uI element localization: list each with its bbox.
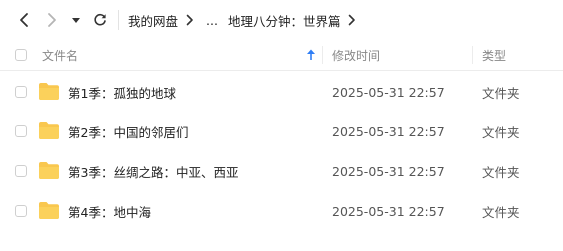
column-header-name[interactable]: 文件名: [42, 40, 78, 70]
nav-divider: [118, 10, 119, 30]
chevron-right-icon: [345, 14, 359, 26]
navigation-bar: 我的网盘 ... 地理八分钟：世界篇: [0, 0, 563, 40]
file-type: 文件夹: [482, 164, 520, 180]
file-name[interactable]: 第1季：孤独的地球: [68, 72, 176, 112]
select-all-checkbox[interactable]: [15, 49, 27, 61]
chevron-left-icon: [20, 13, 28, 27]
file-modified-date: 2025-05-31 22:57: [332, 84, 445, 100]
row-checkbox[interactable]: [15, 205, 27, 217]
breadcrumb: 我的网盘 ... 地理八分钟：世界篇: [128, 0, 364, 40]
column-divider[interactable]: [322, 46, 323, 64]
refresh-button[interactable]: [88, 8, 112, 32]
row-checkbox[interactable]: [15, 125, 27, 137]
folder-icon: [39, 202, 59, 219]
file-name[interactable]: 第3季：丝绸之路：中亚、西亚: [68, 151, 238, 191]
chevron-right-icon: [48, 13, 56, 27]
file-modified-date: 2025-05-31 22:57: [332, 123, 445, 139]
column-header-modified[interactable]: 修改时间: [332, 40, 380, 70]
caret-down-icon: [72, 18, 80, 23]
breadcrumb-ellipsis[interactable]: ...: [206, 13, 218, 28]
folder-icon: [39, 122, 59, 139]
history-dropdown-button[interactable]: [68, 8, 84, 32]
folder-icon: [39, 83, 59, 100]
back-button[interactable]: [12, 8, 36, 32]
file-row[interactable]: 第1季：孤独的地球 2025-05-31 22:57 文件夹: [0, 72, 563, 112]
file-browser: 我的网盘 ... 地理八分钟：世界篇 文件名 修改时间 类型 第1季：孤独的地球…: [0, 0, 563, 251]
file-name[interactable]: 第2季：中国的邻居们: [68, 111, 188, 151]
chevron-right-icon: [183, 14, 197, 26]
column-header-type[interactable]: 类型: [482, 40, 506, 70]
file-row[interactable]: 第4季：地中海 2025-05-31 22:57 文件夹: [0, 191, 563, 231]
breadcrumb-current-folder[interactable]: 地理八分钟：世界篇: [228, 11, 341, 30]
file-modified-date: 2025-05-31 22:57: [332, 203, 445, 219]
refresh-icon: [94, 13, 106, 26]
sort-ascending-arrow-icon[interactable]: [306, 40, 316, 70]
file-modified-date: 2025-05-31 22:57: [332, 163, 445, 179]
file-list-header: 文件名 修改时间 类型: [0, 40, 563, 71]
file-name[interactable]: 第4季：地中海: [68, 191, 151, 231]
file-type: 文件夹: [482, 124, 520, 140]
column-divider[interactable]: [472, 46, 473, 64]
folder-icon: [39, 162, 59, 179]
row-checkbox[interactable]: [15, 86, 27, 98]
forward-button[interactable]: [40, 8, 64, 32]
breadcrumb-root[interactable]: 我的网盘: [128, 11, 178, 30]
file-row[interactable]: 第3季：丝绸之路：中亚、西亚 2025-05-31 22:57 文件夹: [0, 151, 563, 191]
row-checkbox[interactable]: [15, 165, 27, 177]
file-type: 文件夹: [482, 204, 520, 220]
file-row[interactable]: 第2季：中国的邻居们 2025-05-31 22:57 文件夹: [0, 111, 563, 151]
file-type: 文件夹: [482, 85, 520, 101]
